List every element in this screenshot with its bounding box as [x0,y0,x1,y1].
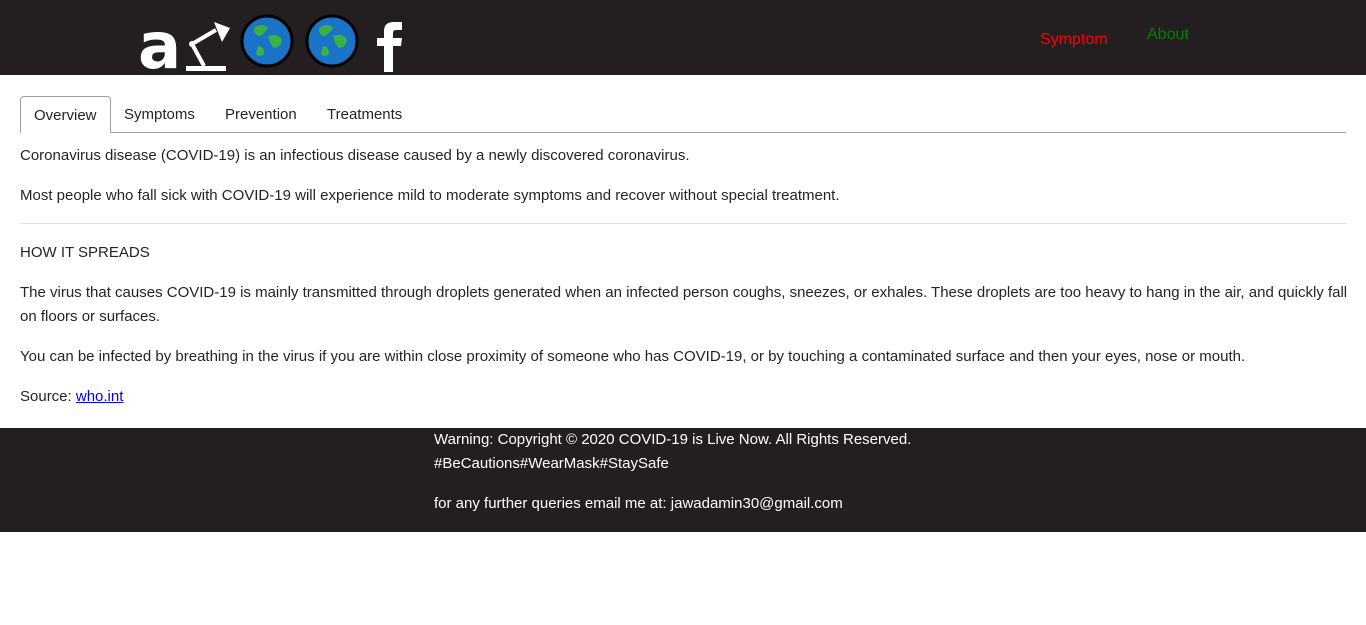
globe-icon[interactable] [240,14,294,68]
footer-copyright: Warning: Copyright © 2020 COVID-19 is Li… [434,431,912,448]
overview-paragraph-2: Most people who fall sick with COVID-19 … [20,187,840,204]
facebook-icon[interactable] [374,20,406,72]
tab-symptoms[interactable]: Symptoms [111,96,208,133]
lamp-icon[interactable] [184,20,234,72]
spread-paragraph-2: You can be infected by breathing in the … [20,348,1246,365]
footer: Warning: Copyright © 2020 COVID-19 is Li… [0,428,1366,532]
source-line: Source: who.int [20,385,1350,409]
source-link[interactable]: who.int [76,388,124,405]
a-logo-icon[interactable]: a [138,8,184,72]
top-navbar: a Symptom About [0,0,1366,75]
nav-symptom-link[interactable]: Symptom [1040,31,1108,49]
footer-hashtags: #BeCautions#WearMask#StaySafe [434,455,669,472]
globe-icon[interactable] [305,14,359,68]
nav-about-link[interactable]: About [1147,26,1189,44]
divider [20,223,1346,224]
tab-prevention[interactable]: Prevention [212,96,310,133]
svg-text:a: a [138,10,181,72]
spread-paragraph-1: The virus that causes COVID-19 is mainly… [20,284,1348,325]
overview-paragraph-1: Coronavirus disease (COVID-19) is an inf… [20,147,690,164]
tab-bar: Overview Symptoms Prevention Treatments [20,96,1346,133]
section-heading: HOW IT SPREADS [20,244,150,261]
tab-overview[interactable]: Overview [20,96,111,133]
tab-treatments[interactable]: Treatments [314,96,415,133]
footer-contact: for any further queries email me at: jaw… [434,495,843,512]
source-label: Source: [20,388,76,405]
